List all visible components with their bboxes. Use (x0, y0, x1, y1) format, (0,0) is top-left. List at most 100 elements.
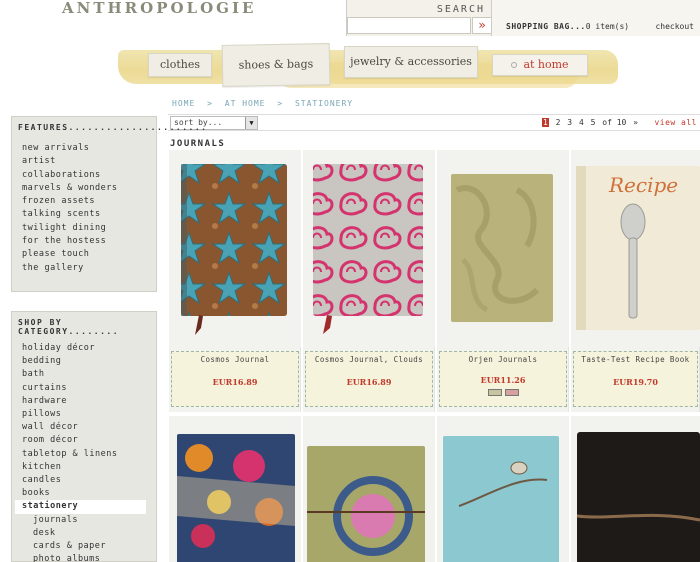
sidebar-item-wall-decor[interactable]: wall décor (15, 421, 156, 434)
sidebar-item-kitchen[interactable]: kitchen (15, 461, 156, 474)
embroidered-journal-image (307, 446, 425, 562)
page-link[interactable]: 5 (591, 118, 596, 127)
product-price: EUR16.89 (346, 377, 392, 387)
sidebar-item-talking-scents[interactable]: talking scents (22, 208, 156, 221)
search-box: SEARCH » (346, 0, 492, 36)
sidebar-item-books[interactable]: books (15, 487, 156, 500)
features-list: new arrivals artist collaborations marve… (22, 142, 156, 275)
sidebar-item-tabletop-linens[interactable]: tabletop & linens (15, 448, 156, 461)
sidebar-item-curtains[interactable]: curtains (15, 382, 156, 395)
product-card[interactable] (303, 416, 435, 562)
sidebar-item-pillows[interactable]: pillows (15, 408, 156, 421)
product-name[interactable]: Cosmos Journal (172, 355, 298, 364)
page-link[interactable]: 2 (556, 118, 561, 127)
sidebar-item-marvels-wonders[interactable]: marvels & wonders (22, 182, 156, 195)
leather-journal-image (576, 432, 700, 562)
category-title: SHOP BY CATEGORY........ (18, 318, 120, 336)
nav-tab-at-home-label: at home (523, 58, 569, 71)
sidebar-item-bedding[interactable]: bedding (15, 355, 156, 368)
features-title: FEATURES...................... (18, 123, 208, 132)
page-count: of 10 (602, 118, 627, 127)
recipe-cover-title: Recipe (608, 173, 678, 197)
sidebar-item-stationery[interactable]: stationery (15, 500, 146, 514)
logo[interactable]: ANTHROPOLOGIE (62, 0, 256, 17)
search-input[interactable] (347, 17, 471, 34)
product-card[interactable]: Cosmos Journal EUR16.89 (169, 150, 301, 412)
product-name[interactable]: Cosmos Journal, Clouds (306, 355, 432, 364)
search-submit-button[interactable]: » (472, 17, 492, 34)
product-card[interactable] (571, 416, 700, 562)
product-image[interactable] (437, 150, 569, 347)
product-info: Orjen Journals EUR11.26 (439, 351, 567, 407)
category-panel: SHOP BY CATEGORY........ holiday décor b… (11, 311, 157, 562)
product-name[interactable]: Orjen Journals (440, 355, 566, 364)
sidebar-item-candles[interactable]: candles (15, 474, 156, 487)
sidebar-item-hardware[interactable]: hardware (15, 395, 156, 408)
sidebar-item-please-touch[interactable]: please touch (22, 248, 156, 261)
nav-tab-at-home[interactable]: at home (492, 54, 588, 76)
main-nav: clothes shoes & bags jewelry & accessori… (118, 43, 618, 92)
sidebar-item-for-the-hostess[interactable]: for the hostess (22, 235, 156, 248)
product-card[interactable]: Cosmos Journal, Clouds EUR16.89 (303, 150, 435, 412)
product-price: EUR11.26 (480, 375, 526, 385)
sidebar-subitem-photo-albums[interactable]: photo albums (15, 553, 156, 562)
shopping-bag-label: SHOPPING BAG... (506, 22, 586, 31)
nav-tab-clothes[interactable]: clothes (148, 53, 212, 77)
sidebar-subitem-journals[interactable]: journals (15, 514, 156, 527)
breadcrumb-separator: > (207, 99, 213, 108)
page-link[interactable]: 4 (579, 118, 584, 127)
pagination: 1 2 3 4 5 of 10 » (541, 118, 640, 127)
product-card[interactable]: Recipe Taste-Test Recipe Book EUR19.70 (571, 150, 700, 412)
breadcrumb-stationery[interactable]: STATIONERY (295, 99, 353, 108)
sidebar-item-new-arrivals[interactable]: new arrivals (22, 142, 156, 155)
product-image[interactable] (169, 150, 301, 347)
product-price: EUR19.70 (613, 377, 658, 387)
product-info: Cosmos Journal, Clouds EUR16.89 (305, 351, 433, 407)
search-label: SEARCH (436, 4, 485, 15)
product-price: EUR16.89 (212, 377, 258, 387)
next-page-link[interactable]: » (633, 118, 638, 127)
swatch-pink[interactable] (504, 389, 519, 396)
nav-tab-jewelry-accessories[interactable]: jewelry & accessories (344, 46, 478, 78)
breadcrumb-separator: > (277, 99, 284, 108)
checkout-link[interactable]: checkout (655, 22, 694, 31)
category-list: holiday décor bedding bath curtains hard… (15, 342, 156, 562)
shopping-bag-bar: SHOPPING BAG...0 item(s) checkout (491, 0, 700, 36)
view-all-link[interactable]: view all (654, 118, 697, 127)
shopping-bag-link[interactable]: SHOPPING BAG...0 item(s) (506, 22, 629, 31)
sidebar-item-holiday-decor[interactable]: holiday décor (15, 342, 156, 355)
product-card[interactable]: Orjen Journals EUR11.26 (437, 150, 569, 412)
product-name[interactable]: Taste-Test Recipe Book (574, 355, 697, 364)
breadcrumb-home[interactable]: HOME (172, 99, 195, 108)
cosmos-journal-image (181, 164, 287, 335)
nav-tab-shoes-bags[interactable]: shoes & bags (221, 43, 331, 87)
sidebar-item-bath[interactable]: bath (15, 368, 156, 381)
product-image[interactable] (437, 416, 569, 562)
recipe-book-image: Recipe (576, 166, 700, 330)
product-image[interactable] (571, 416, 700, 562)
product-image[interactable] (169, 416, 301, 562)
sidebar-subitem-cards-paper[interactable]: cards & paper (15, 540, 156, 553)
sidebar-item-collaborations[interactable]: collaborations (22, 169, 156, 182)
sidebar-item-twilight-dining[interactable]: twilight dining (22, 222, 156, 235)
product-info: Taste-Test Recipe Book EUR19.70 (573, 351, 698, 407)
page-link[interactable]: 3 (567, 118, 572, 127)
product-image[interactable]: Recipe (571, 150, 700, 347)
swatch-olive[interactable] (487, 389, 502, 396)
color-swatches (440, 389, 566, 396)
product-image[interactable] (303, 150, 435, 347)
product-image[interactable] (303, 416, 435, 562)
section-title: JOURNALS (170, 139, 226, 149)
orjen-journal-image (451, 174, 553, 322)
sidebar-item-artist[interactable]: artist (22, 155, 156, 168)
sidebar-item-the-gallery[interactable]: the gallery (22, 262, 156, 275)
page-link-current[interactable]: 1 (541, 118, 549, 127)
sidebar-item-frozen-assets[interactable]: frozen assets (22, 195, 156, 208)
product-card[interactable] (169, 416, 301, 562)
features-panel: FEATURES...................... new arriv… (11, 116, 208, 292)
sidebar-item-room-decor[interactable]: room décor (15, 434, 156, 447)
breadcrumb-at-home[interactable]: AT HOME (225, 99, 266, 108)
product-card[interactable] (437, 416, 569, 562)
sidebar-subitem-desk[interactable]: desk (15, 527, 156, 540)
bag-item-count: 0 item(s) (585, 22, 630, 31)
